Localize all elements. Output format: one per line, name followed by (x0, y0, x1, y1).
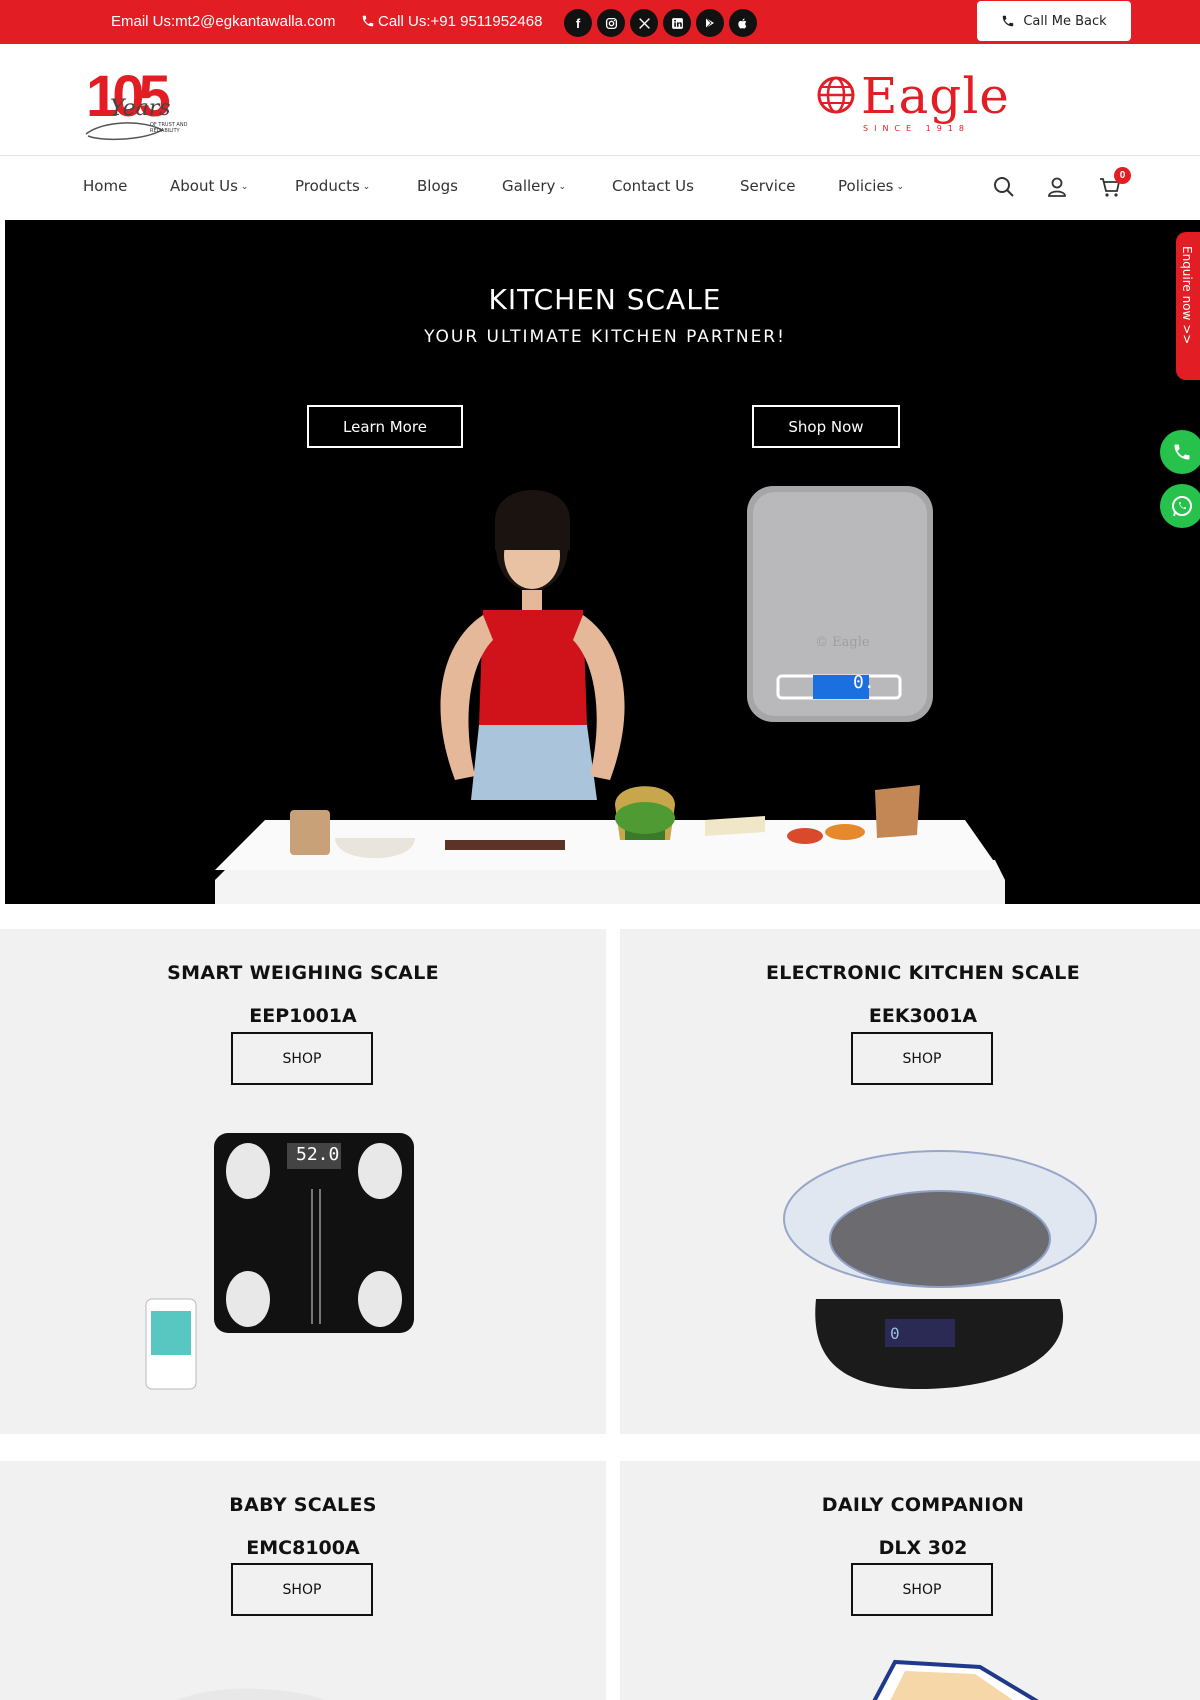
nav-products-label: Products (295, 177, 360, 195)
nav-policies[interactable]: Policies ⌄ (838, 177, 904, 195)
google-play-icon[interactable] (696, 9, 724, 37)
hero-title: KITCHEN SCALE (488, 283, 722, 316)
kitchen-scale-image[interactable] (780, 1139, 1100, 1419)
product-title: DAILY COMPANION (821, 1494, 1025, 1516)
enquire-now-tab[interactable]: Enquire now >> (1176, 232, 1200, 380)
nav-products[interactable]: Products ⌄ (295, 177, 370, 195)
call-me-back-button[interactable]: Call Me Back (977, 1, 1131, 41)
nav-service-label: Service (740, 177, 796, 195)
call-me-back-label: Call Me Back (1023, 13, 1107, 29)
chevron-down-icon: ⌄ (558, 182, 566, 192)
anniversary-logo[interactable]: 105 Years OF TRUST AND RELIABILITY (84, 66, 204, 146)
globe-icon (817, 76, 855, 114)
nav-policies-label: Policies (838, 177, 894, 195)
instagram-icon[interactable] (597, 9, 625, 37)
shop-button[interactable]: SHOP (851, 1032, 993, 1085)
smart-scale-image[interactable] (140, 1129, 430, 1429)
shop-now-button[interactable]: Shop Now (752, 405, 900, 448)
linkedin-icon[interactable] (663, 9, 691, 37)
whatsapp-icon (1172, 496, 1192, 517)
phone-icon (362, 15, 374, 27)
product-tile-electronic-kitchen-scale: ELECTRONIC KITCHEN SCALE EEK3001A SHOP 0 (620, 929, 1200, 1434)
nav-about-label: About Us (170, 177, 238, 195)
nav-blogs[interactable]: Blogs (417, 177, 458, 195)
product-tile-baby-scales: BABY SCALES EMC8100A SHOP (0, 1461, 606, 1700)
nav-contact-label: Contact Us (612, 177, 694, 195)
brand-since: SINCE 1918 (863, 124, 970, 133)
nav-home[interactable]: Home (83, 177, 127, 195)
smart-scale-reading: 52.0 (296, 1144, 340, 1165)
product-model: DLX 302 (878, 1537, 968, 1559)
eagle-logo[interactable]: Eagle SINCE 1918 (815, 66, 1009, 136)
phone-icon (1174, 444, 1190, 460)
scale-display-reading: 0. (853, 672, 875, 693)
phone-text: Call Us:+91 9511952468 (378, 13, 543, 30)
apple-icon[interactable] (729, 9, 757, 37)
phone-link[interactable]: Call Us:+91 9511952468 (361, 13, 542, 30)
product-title: SMART WEIGHING SCALE (167, 962, 439, 984)
nav-blogs-label: Blogs (417, 177, 458, 195)
chevron-down-icon: ⌄ (896, 182, 905, 192)
nav-home-label: Home (83, 177, 128, 195)
top-bar: Email Us:mt2@egkantawalla.com Call Us:+9… (0, 0, 1200, 44)
social-links: f (564, 9, 757, 37)
product-model: EMC8100A (246, 1537, 360, 1559)
product-tile-smart-weighing-scale: SMART WEIGHING SCALE EEP1001A SHOP 52.0 (0, 929, 606, 1434)
product-model: EEK3001A (868, 1005, 978, 1027)
nav-gallery[interactable]: Gallery ⌄ (502, 177, 566, 195)
phone-float-button[interactable] (1160, 430, 1200, 474)
daily-companion-image[interactable] (850, 1659, 1070, 1700)
learn-more-button[interactable]: Learn More (307, 405, 463, 448)
whatsapp-float-button[interactable] (1160, 484, 1200, 528)
anniversary-tagline: OF TRUST AND RELIABILITY (150, 122, 188, 134)
hero-banner: © Eagle KITCHEN SCALE YOUR ULTIMATE KITC… (5, 220, 1200, 904)
phone-icon (1003, 15, 1014, 27)
nav-about-us[interactable]: About Us ⌄ (170, 177, 248, 195)
main-nav: Home About Us ⌄ Products ⌄ Blogs Gallery ⌄ … (0, 157, 1200, 219)
product-title: ELECTRONIC KITCHEN SCALE (766, 962, 1080, 984)
shop-button[interactable]: SHOP (231, 1032, 373, 1085)
enquire-now-label: Enquire now >> (1180, 246, 1194, 345)
x-icon[interactable] (630, 9, 658, 37)
product-model: EEP1001A (249, 1005, 357, 1027)
brand-name: Eagle (861, 67, 1010, 125)
kitchen-scale-reading: 0 (890, 1324, 900, 1343)
facebook-icon[interactable]: f (564, 9, 592, 37)
nav-gallery-label: Gallery (502, 177, 556, 195)
email-link[interactable]: Email Us:mt2@egkantawalla.com (111, 13, 335, 30)
search-icon[interactable] (992, 175, 1016, 199)
user-icon[interactable] (1045, 175, 1069, 199)
hero-subtitle: YOUR ULTIMATE KITCHEN PARTNER! (424, 327, 786, 347)
chevron-down-icon: ⌄ (362, 182, 371, 192)
hero-illustration: © Eagle (215, 486, 1005, 904)
nav-contact-us[interactable]: Contact Us (612, 177, 694, 195)
chevron-down-icon: ⌄ (240, 182, 249, 192)
nav-service[interactable]: Service (740, 177, 795, 195)
baby-scale-image[interactable] (150, 1661, 370, 1700)
shop-button[interactable]: SHOP (231, 1563, 373, 1616)
shop-button[interactable]: SHOP (851, 1563, 993, 1616)
product-title: BABY SCALES (229, 1494, 377, 1516)
svg-text:© Eagle: © Eagle (815, 635, 870, 650)
site-header: 105 Years OF TRUST AND RELIABILITY Eagle… (0, 44, 1200, 156)
cart-count-badge: 0 (1114, 167, 1131, 184)
product-tile-daily-companion: DAILY COMPANION DLX 302 SHOP (620, 1461, 1200, 1700)
